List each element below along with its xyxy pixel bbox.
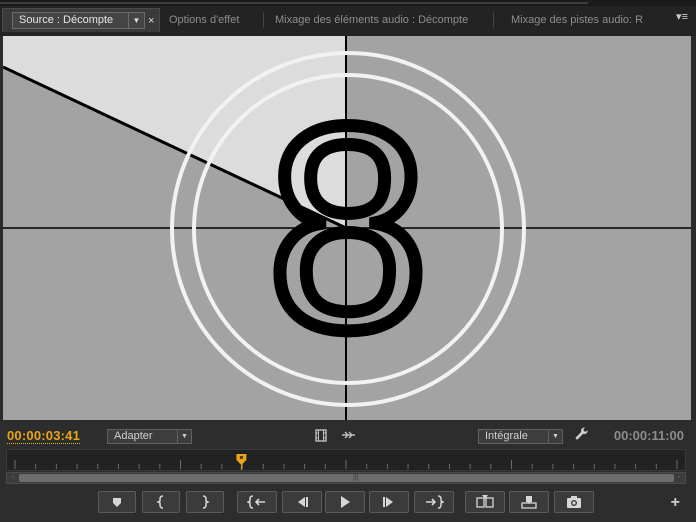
source-tab-label: Source : Décompte [19,14,114,26]
film-icon[interactable] [315,429,327,445]
tab-effect-options-label: Options d'effet [169,14,240,26]
scrollbar-left-handle[interactable]: ◦ [8,473,18,483]
close-icon[interactable]: × [148,9,154,32]
mark-out-button[interactable] [186,491,224,513]
scrollbar-grip-icon: ||| [353,474,359,481]
tab-audio-clip-mixer-label: Mixage des éléments audio : Décompte [275,14,469,26]
viewer-timeline[interactable]: ◦ ||| ◦ [6,449,686,489]
duration-timecode: 00:00:11:00 [613,428,684,443]
current-timecode[interactable]: 00:00:03:41 [7,428,81,444]
viewer-controls: 00:00:03:41 Adapter ▼ Intégrale ▼ 00:00:… [0,420,696,522]
tab-effect-options[interactable]: Options d'effet [163,8,263,32]
program-viewer[interactable]: 8 [3,36,691,420]
playback-resolution-value: Intégrale [485,430,528,442]
zoom-scrollbar[interactable]: ◦ ||| ◦ [6,472,686,484]
go-to-out-button[interactable] [414,491,454,513]
zoom-level-value: Adapter [114,430,153,442]
panel-top-strip [0,0,696,6]
mark-in-button[interactable] [142,491,180,513]
playhead-marker [236,454,247,470]
scrollbar-thumb[interactable]: ||| [19,474,674,482]
chevron-down-icon: ▼ [177,430,191,443]
camera-icon [555,492,593,512]
source-clip-select[interactable]: Source : Décompte ▼ [12,12,145,29]
time-ruler-ticks [14,454,678,470]
insert-button[interactable] [465,491,505,513]
zoom-level-select[interactable]: Adapter ▼ [107,429,192,444]
go-to-in-button[interactable] [237,491,277,513]
panel-tab-bar: Source : Décompte ▼ × Options d'effet Mi… [0,0,696,36]
overwrite-button[interactable] [509,491,549,513]
tab-audio-track-mixer-label: Mixage des pistes audio: R [511,14,644,26]
time-ruler[interactable] [6,449,686,471]
countdown-number: 8 [267,66,428,390]
audio-waveform-toggle-icon[interactable] [341,429,356,444]
panel-menu-icon[interactable]: ▾≡ [676,10,688,23]
playback-resolution-select[interactable]: Intégrale ▼ [478,429,563,444]
plus-icon[interactable]: + [671,494,680,512]
tab-audio-clip-mixer[interactable]: Mixage des éléments audio : Décompte [263,8,493,32]
countdown-frame: 8 [3,36,691,420]
wrench-icon[interactable] [575,427,589,444]
export-frame-button[interactable] [554,491,594,513]
tab-audio-track-mixer[interactable]: Mixage des pistes audio: R [493,8,653,32]
scrollbar-right-handle[interactable]: ◦ [674,473,684,483]
tab-source[interactable]: Source : Décompte ▼ × [2,8,160,32]
add-marker-button[interactable] [98,491,136,513]
chevron-down-icon: ▼ [548,430,562,443]
step-back-button[interactable] [282,491,322,513]
play-button[interactable] [325,491,365,513]
chevron-down-icon[interactable]: ▼ [128,13,144,28]
step-forward-button[interactable] [369,491,409,513]
